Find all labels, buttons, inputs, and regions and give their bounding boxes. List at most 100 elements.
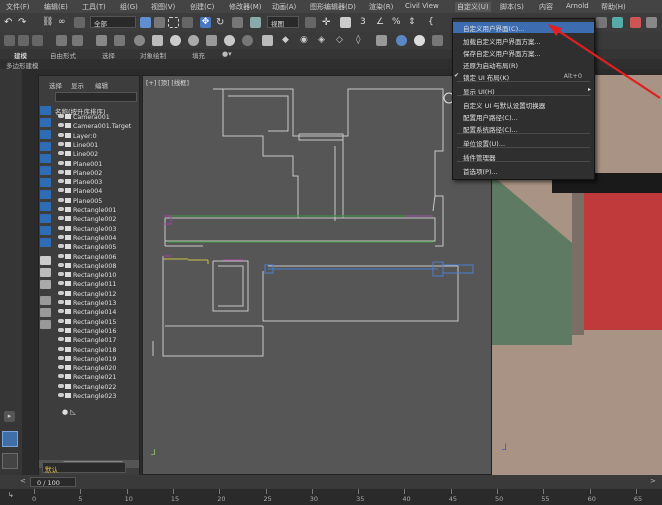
visibility-eye-icon[interactable] bbox=[58, 383, 64, 388]
visibility-eye-icon[interactable] bbox=[58, 151, 64, 156]
time-slider[interactable]: 0 / 100 bbox=[30, 477, 76, 487]
visibility-eye-icon[interactable] bbox=[58, 207, 64, 211]
scene-list-item[interactable]: Plane002 bbox=[58, 169, 138, 179]
menu-rendering[interactable]: 渲染(R) bbox=[369, 2, 393, 12]
menu-animation[interactable]: 动画(A) bbox=[272, 2, 296, 12]
expand-arrow-icon[interactable]: ▸ bbox=[4, 411, 15, 422]
circle-icon[interactable]: ◉ bbox=[300, 35, 311, 46]
visibility-eye-icon[interactable] bbox=[58, 272, 64, 277]
visibility-eye-icon[interactable] bbox=[58, 337, 64, 342]
filter-xrefs-icon[interactable] bbox=[40, 190, 51, 199]
redo-icon[interactable]: ↷ bbox=[18, 17, 29, 28]
mini-curve-editor-icon[interactable]: ↳ bbox=[8, 491, 14, 499]
scene-list-item[interactable]: Rectangle015 bbox=[58, 318, 138, 328]
hierarchy-toggle-icon[interactable]: ● ◺ bbox=[62, 408, 76, 416]
menu-create[interactable]: 创建(C) bbox=[190, 2, 214, 12]
unlink-icon[interactable]: ∞ bbox=[58, 17, 69, 28]
track-bar[interactable]: 0 5 10 15 20 25 30 35 40 45 50 55 60 65 ↳ bbox=[0, 489, 662, 505]
helper-create-icon[interactable] bbox=[432, 35, 443, 46]
reference-coordinate-dropdown[interactable]: 视图 bbox=[267, 16, 299, 28]
visibility-eye-icon[interactable] bbox=[58, 253, 64, 258]
display-none-icon[interactable] bbox=[40, 268, 51, 277]
tube-icon[interactable] bbox=[206, 35, 217, 46]
scene-list-item[interactable]: Plane005 bbox=[58, 197, 138, 207]
percent-snap-icon[interactable]: % bbox=[392, 17, 403, 28]
scene-list-item[interactable]: Line001 bbox=[58, 141, 138, 151]
place-icon[interactable] bbox=[250, 17, 261, 28]
find-icon[interactable] bbox=[40, 308, 51, 317]
scene-list-item[interactable]: Rectangle005 bbox=[58, 244, 138, 253]
customize-menu-item[interactable]: 配置用户路径(C)... bbox=[453, 111, 594, 122]
funnel-filter-icon[interactable] bbox=[40, 296, 51, 305]
menu-scripting[interactable]: 脚本(S) bbox=[500, 2, 524, 12]
scene-list-item[interactable]: Rectangle023 bbox=[58, 393, 138, 402]
visibility-eye-icon[interactable] bbox=[58, 318, 64, 323]
scene-list-item[interactable]: Plane003 bbox=[58, 179, 138, 188]
scene-list-item[interactable]: Camera001 bbox=[58, 114, 138, 123]
link-icon[interactable]: ⛓ bbox=[42, 17, 53, 28]
layer-explorer-icon[interactable] bbox=[4, 35, 15, 46]
filter-lights-icon[interactable] bbox=[40, 130, 51, 139]
menu-customize[interactable]: 自定义(U) bbox=[455, 2, 491, 12]
visibility-eye-icon[interactable] bbox=[58, 234, 64, 239]
scene-list-item[interactable]: Rectangle008 bbox=[58, 262, 138, 272]
scene-list-item[interactable]: Rectangle014 bbox=[58, 309, 138, 318]
menu-graph-editors[interactable]: 图形编辑器(D) bbox=[310, 2, 356, 12]
visibility-eye-icon[interactable] bbox=[58, 225, 64, 230]
window-crossing-icon[interactable] bbox=[182, 17, 193, 28]
arc-icon[interactable]: ◈ bbox=[318, 35, 329, 46]
plane-icon[interactable] bbox=[262, 35, 273, 46]
filter-helpers-icon[interactable] bbox=[40, 154, 51, 163]
teapot-icon[interactable] bbox=[242, 35, 253, 46]
rectangular-selection-icon[interactable] bbox=[168, 17, 179, 28]
visibility-eye-icon[interactable] bbox=[58, 346, 64, 351]
scene-tab-select[interactable]: 选择 bbox=[49, 80, 62, 90]
scene-list-item[interactable]: Rectangle004 bbox=[58, 234, 138, 244]
menu-edit[interactable]: 编辑(E) bbox=[44, 2, 68, 12]
viewport-top[interactable]: [+] [顶] [线框] ⅃ bbox=[142, 75, 492, 475]
viewport-layout-tab-2[interactable] bbox=[2, 453, 18, 469]
customize-menu-item[interactable]: 首选项(P)... bbox=[453, 165, 594, 176]
scene-list-item[interactable]: Rectangle021 bbox=[58, 374, 138, 383]
scene-list-item[interactable]: Rectangle003 bbox=[58, 225, 138, 235]
visibility-eye-icon[interactable] bbox=[58, 281, 64, 286]
menu-content[interactable]: 内容 bbox=[539, 2, 553, 12]
visibility-eye-icon[interactable] bbox=[58, 244, 64, 249]
menu-tools[interactable]: 工具(T) bbox=[82, 2, 106, 12]
select-by-name-icon[interactable] bbox=[154, 17, 165, 28]
helix-icon[interactable] bbox=[376, 35, 387, 46]
default-layer-dropdown[interactable]: 默认 bbox=[42, 462, 126, 474]
display-all-icon[interactable] bbox=[40, 256, 51, 265]
menu-file[interactable]: 文件(F) bbox=[6, 2, 30, 12]
invert-display-icon[interactable] bbox=[40, 280, 51, 289]
selection-filter-dropdown[interactable]: 全部 bbox=[90, 16, 136, 28]
scene-list-item[interactable]: Rectangle006 bbox=[58, 253, 138, 263]
menu-arnold[interactable]: Arnold bbox=[566, 2, 589, 10]
line-icon[interactable]: ◆ bbox=[282, 35, 293, 46]
scene-list-item[interactable]: Camera001.Target bbox=[58, 123, 138, 132]
graphite-icon[interactable] bbox=[56, 35, 67, 46]
bind-space-warp-icon[interactable] bbox=[74, 17, 85, 28]
toggle-ribbon-icon[interactable] bbox=[18, 35, 29, 46]
camera-create-icon[interactable] bbox=[396, 35, 407, 46]
scene-list-item[interactable]: Rectangle012 bbox=[58, 290, 138, 300]
visibility-eye-icon[interactable] bbox=[58, 300, 64, 304]
angle-snap-icon[interactable]: ∠ bbox=[376, 17, 387, 28]
filter-hidden-icon[interactable] bbox=[40, 238, 51, 247]
menu-group[interactable]: 组(G) bbox=[120, 2, 138, 12]
filter-bones-icon[interactable] bbox=[40, 202, 51, 211]
cylinder-icon[interactable] bbox=[188, 35, 199, 46]
visibility-eye-icon[interactable] bbox=[58, 169, 64, 174]
visibility-eye-icon[interactable] bbox=[58, 114, 64, 118]
keyboard-shortcut-override-icon[interactable] bbox=[340, 17, 351, 28]
filter-cameras-icon[interactable] bbox=[40, 142, 51, 151]
prev-frame-icon[interactable]: < bbox=[20, 477, 26, 485]
scene-list-item[interactable]: Rectangle020 bbox=[58, 365, 138, 374]
select-manipulate-icon[interactable]: ✛ bbox=[322, 17, 333, 28]
filter-shapes-icon[interactable] bbox=[40, 118, 51, 127]
scene-list-item[interactable]: Rectangle013 bbox=[58, 300, 138, 309]
spinner-snap-icon[interactable]: ⇕ bbox=[408, 17, 419, 28]
visibility-eye-icon[interactable] bbox=[58, 179, 64, 184]
schematic-icon[interactable] bbox=[72, 35, 83, 46]
visibility-eye-icon[interactable] bbox=[58, 262, 64, 267]
